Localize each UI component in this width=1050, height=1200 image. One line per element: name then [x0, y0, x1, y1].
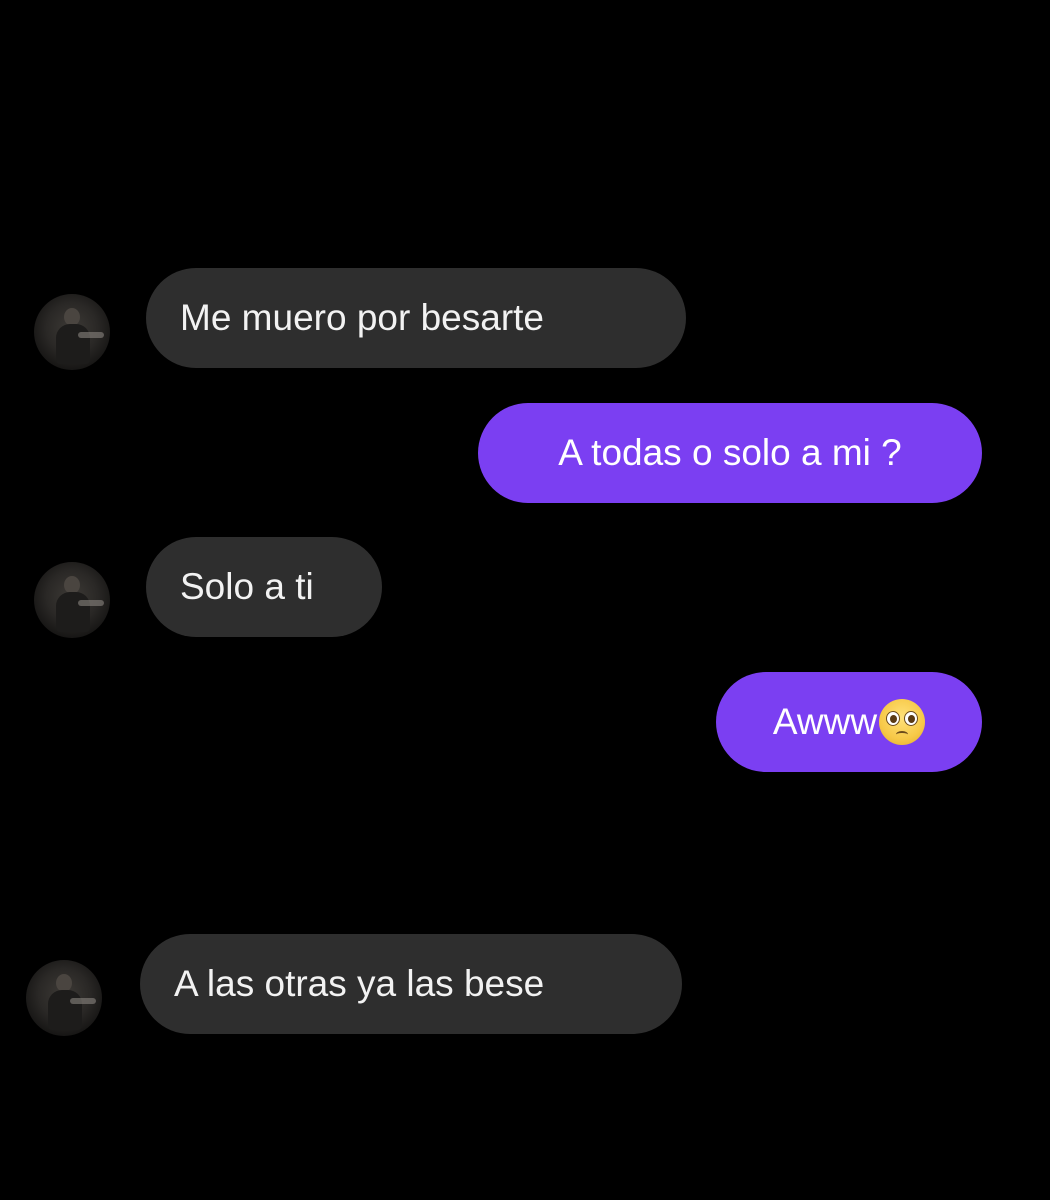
contact-avatar[interactable] — [26, 960, 102, 1036]
message-bubble-incoming[interactable]: Me muero por besarte — [146, 268, 686, 368]
avatar-photo-body — [56, 592, 90, 632]
contact-avatar[interactable] — [34, 294, 110, 370]
message-bubble-incoming[interactable]: Solo a ti — [146, 537, 382, 637]
avatar-photo-body — [56, 324, 90, 364]
message-bubble-outgoing[interactable]: A todas o solo a mi ? — [478, 403, 982, 503]
message-text: Me muero por besarte — [180, 297, 545, 338]
contact-avatar[interactable] — [34, 562, 110, 638]
avatar-photo-arm — [70, 998, 96, 1004]
message-bubble-outgoing[interactable]: Awww — [716, 672, 982, 772]
message-text: A las otras ya las bese — [174, 963, 545, 1004]
message-text: A todas o solo a mi ? — [558, 432, 902, 473]
chat-thread: Me muero por besarte A todas o solo a mi… — [0, 0, 1050, 1200]
pleading-face-icon — [879, 699, 926, 745]
message-text: Awww — [772, 701, 878, 742]
avatar-photo-arm — [78, 600, 104, 606]
message-text: Solo a ti — [180, 566, 314, 607]
avatar-photo-arm — [78, 332, 104, 338]
message-bubble-incoming[interactable]: A las otras ya las bese — [140, 934, 682, 1034]
avatar-photo-body — [48, 990, 82, 1030]
